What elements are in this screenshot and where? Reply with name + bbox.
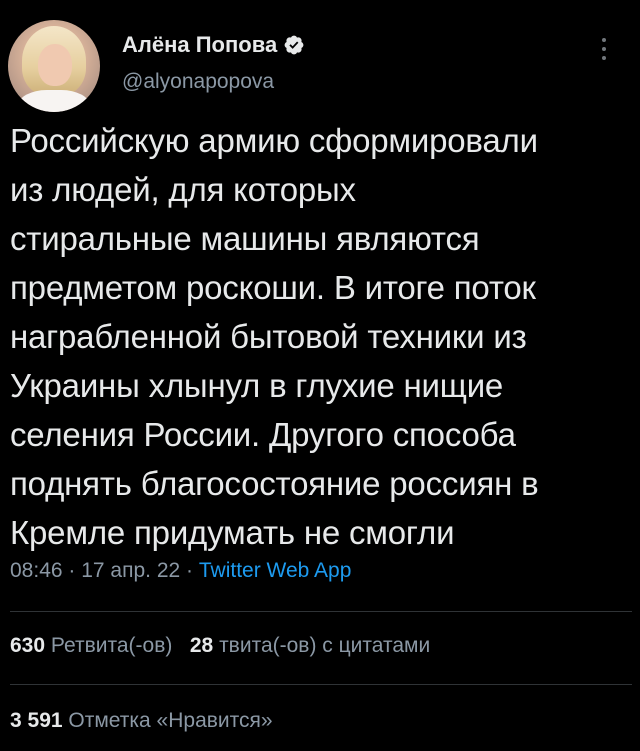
divider-top [10, 611, 632, 612]
avatar-shirt [18, 90, 90, 112]
tweet-date[interactable]: 17 апр. 22 [81, 559, 180, 582]
meta-separator-2: · [180, 559, 199, 582]
author-display-name[interactable]: Алёна Попова [122, 32, 277, 58]
tweet-card: Алёна Попова @alyonapopova Российскую ар… [0, 0, 640, 751]
likes-stat[interactable]: 3 591 Отметка «Нравится» [10, 709, 273, 733]
more-options-icon[interactable] [594, 34, 614, 64]
retweets-count: 630 [10, 634, 46, 657]
verified-badge-icon [284, 35, 304, 55]
avatar-face [38, 44, 72, 86]
meta-separator-1: · [62, 559, 82, 582]
divider-middle [10, 684, 632, 685]
retweets-label: Ретвита(-ов) [50, 634, 173, 657]
tweet-source[interactable]: Twitter Web App [199, 559, 352, 582]
tweet-time[interactable]: 08:46 [10, 559, 63, 582]
quotes-count: 28 [189, 634, 214, 657]
quotes-label: твита(-ов) с цитатами [219, 634, 431, 657]
likes-count: 3 591 [10, 709, 63, 732]
author-handle[interactable]: @alyonapopova [122, 70, 274, 94]
tweet-text: Российскую армию сформировали из людей, … [10, 122, 539, 551]
author-name-row[interactable]: Алёна Попова [122, 32, 305, 58]
tweet-meta: 08:46 · 17 апр. 22 · Twitter Web App [10, 559, 351, 583]
retweets-stat[interactable]: 630 Ретвита(-ов) [10, 634, 172, 657]
likes-label: Отметка «Нравится» [68, 709, 273, 732]
quotes-stat[interactable]: 28 твита(-ов) с цитатами [190, 634, 430, 657]
avatar[interactable] [8, 20, 100, 112]
retweet-stats-row: 630 Ретвита(-ов) 28 твита(-ов) с цитатам… [10, 634, 430, 658]
